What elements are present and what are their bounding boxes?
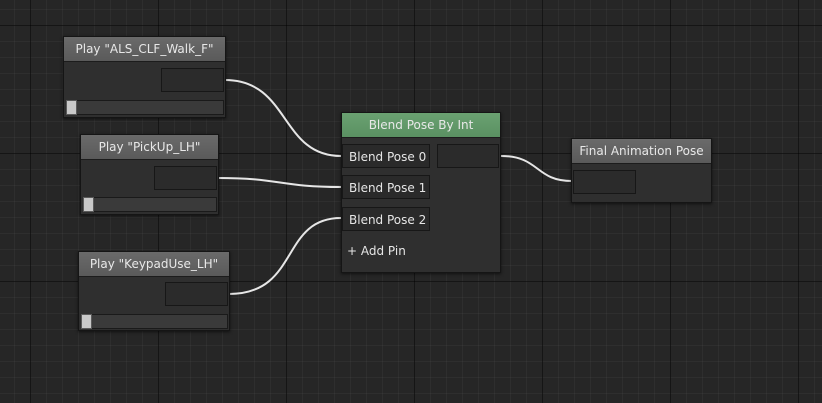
- play-walk-node-title: Play "ALS_CLF_Walk_F": [64, 37, 225, 62]
- blend-pose-0-pin[interactable]: Blend Pose 0: [342, 144, 430, 168]
- play-pickup-node[interactable]: Play "PickUp_LH": [80, 134, 219, 215]
- slider-handle[interactable]: [66, 100, 77, 115]
- final-node-title: Final Animation Pose: [572, 139, 711, 164]
- play-walk-node[interactable]: Play "ALS_CLF_Walk_F": [63, 36, 226, 118]
- final-animation-pose-node[interactable]: Final Animation Pose: [571, 138, 712, 203]
- blend-output-pin[interactable]: [437, 144, 499, 168]
- play-keypad-play-rate-slider[interactable]: [81, 314, 228, 329]
- blend-pose-2-pin[interactable]: Blend Pose 2: [342, 207, 430, 231]
- play-keypad-output-pin[interactable]: [165, 282, 228, 306]
- play-pickup-output-pin[interactable]: [154, 166, 217, 190]
- play-pickup-node-title: Play "PickUp_LH": [81, 135, 218, 160]
- play-keypad-node[interactable]: Play "KeypadUse_LH": [78, 251, 230, 331]
- play-walk-output-pin[interactable]: [161, 68, 224, 92]
- wire-pickup-to-blend1[interactable]: [217, 177, 342, 188]
- wire-blend-to-final[interactable]: [500, 155, 573, 182]
- blend-node-title: Blend Pose By Int: [342, 113, 500, 138]
- wire-keypad-to-blend2[interactable]: [228, 217, 342, 295]
- wire-walk-to-blend0[interactable]: [224, 79, 342, 157]
- add-pin-button[interactable]: + Add Pin: [347, 241, 406, 261]
- play-keypad-node-title: Play "KeypadUse_LH": [79, 252, 229, 277]
- blend-pose-1-pin[interactable]: Blend Pose 1: [342, 175, 430, 199]
- play-pickup-play-rate-slider[interactable]: [83, 197, 217, 212]
- final-result-input-pin[interactable]: [573, 170, 636, 194]
- slider-handle[interactable]: [81, 314, 92, 329]
- anim-graph-canvas[interactable]: Play "ALS_CLF_Walk_F" Play "PickUp_LH" P…: [0, 0, 822, 403]
- blend-pose-by-int-node[interactable]: Blend Pose By Int Blend Pose 0 Blend Pos…: [341, 112, 501, 273]
- play-walk-play-rate-slider[interactable]: [66, 100, 224, 115]
- slider-handle[interactable]: [83, 197, 94, 212]
